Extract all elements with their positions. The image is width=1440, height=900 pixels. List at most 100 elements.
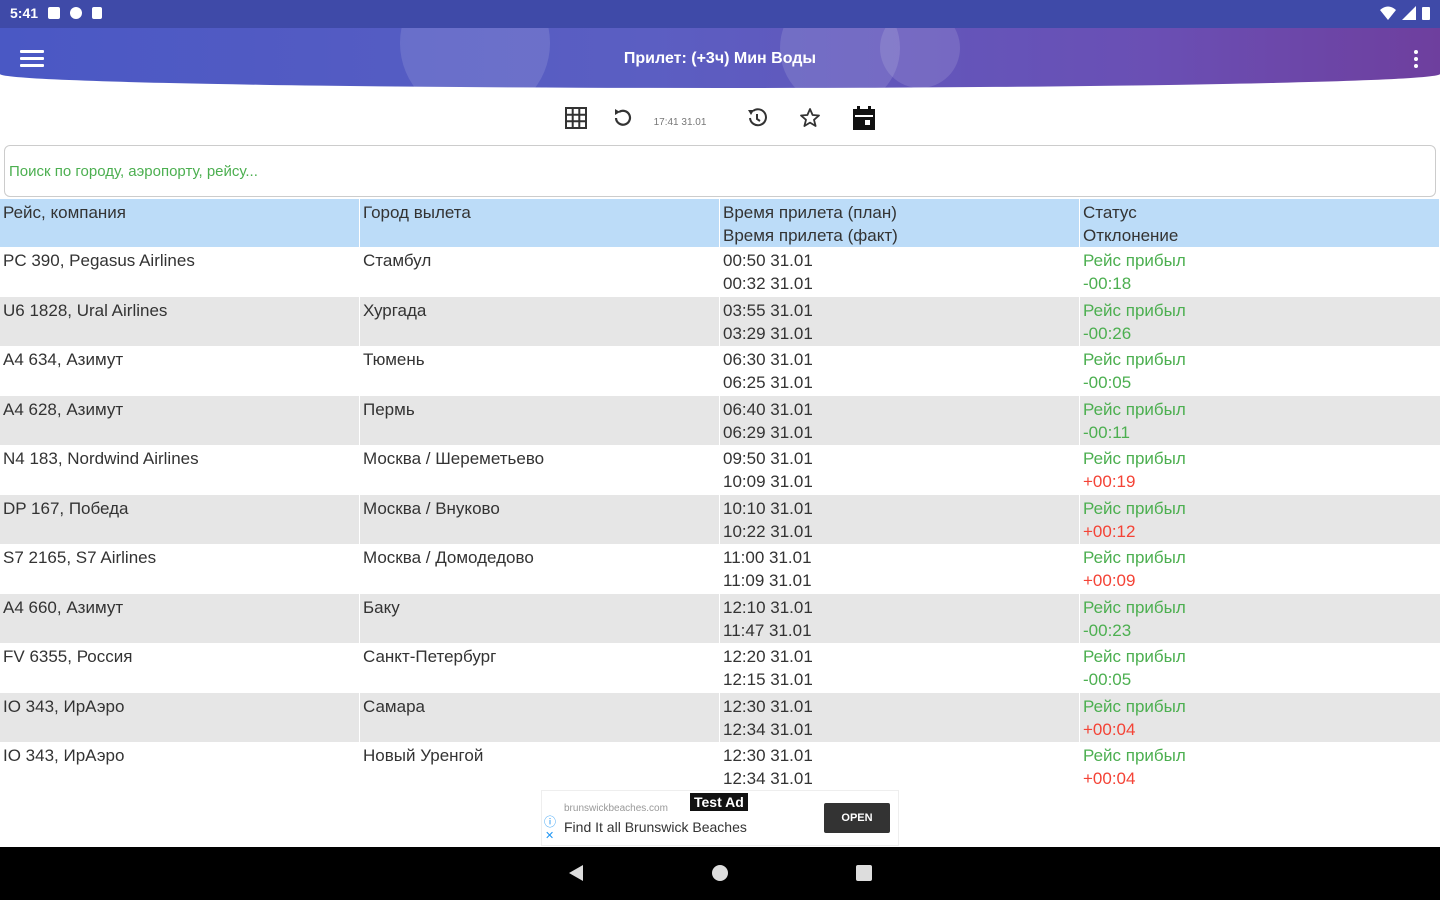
cell-time: 00:50 31.01 00:32 31.01 (720, 247, 1080, 297)
deviation-text: -00:26 (1083, 323, 1132, 343)
deviation-text: -00:05 (1083, 373, 1132, 392)
app-notification-icon (70, 7, 83, 19)
time-fact: 06:25 31.01 (723, 373, 813, 392)
cell-city: Москва / Шереметьево (360, 445, 720, 495)
cell-status: Рейс прибыл +00:19 (1080, 445, 1440, 495)
deviation-text: +00:19 (1083, 472, 1136, 491)
cell-time: 06:40 31.01 06:29 31.01 (720, 395, 1080, 445)
cell-time: 12:30 31.01 12:34 31.01 (720, 692, 1080, 742)
time-fact: 10:22 31.01 (723, 521, 813, 541)
deviation-text: +00:04 (1083, 719, 1136, 739)
status-text: Рейс прибыл (1083, 498, 1186, 518)
time-fact: 12:34 31.01 (723, 769, 813, 788)
history-button[interactable] (743, 104, 771, 132)
cell-status: Рейс прибыл -00:26 (1080, 297, 1440, 347)
last-update-time: 17:41 31.01 (653, 116, 707, 128)
deviation-text: +00:04 (1083, 769, 1136, 788)
time-fact: 12:15 31.01 (723, 670, 813, 689)
cell-time: 10:10 31.01 10:22 31.01 (720, 494, 1080, 544)
table-row[interactable]: DP 167, Победа Москва / Внуково 10:10 31.0… (0, 494, 1440, 545)
status-text: Рейс прибыл (1083, 647, 1186, 666)
refresh-button[interactable] (608, 104, 636, 132)
status-text: Рейс прибыл (1083, 597, 1186, 617)
cell-status: Рейс прибыл -00:18 (1080, 247, 1440, 297)
cell-city: Москва / Внуково (360, 494, 720, 544)
deviation-text: -00:05 (1083, 670, 1132, 689)
table-row[interactable]: A4 628, Азимут Пермь 06:40 31.01 06:29 31.0… (0, 395, 1440, 446)
home-button[interactable] (710, 863, 730, 888)
home-icon (712, 865, 728, 881)
cell-status: Рейс прибыл +00:12 (1080, 495, 1440, 545)
table-row[interactable]: FV 6355, Россия Санкт-Петербург 12:20 31.0… (0, 643, 1440, 693)
time-plan: 12:30 31.01 (723, 746, 813, 765)
status-text: Рейс прибыл (1083, 300, 1186, 320)
cell-status: Рейс прибыл +00:04 (1080, 693, 1440, 743)
refresh-icon (614, 109, 632, 126)
time-fact: 11:09 31.01 (723, 571, 812, 590)
deviation-text: -00:11 (1083, 422, 1130, 442)
cell-flight: IO 343, ИрАэро (0, 692, 360, 742)
status-text: Рейс прибыл (1083, 696, 1186, 716)
table-row[interactable]: A4 634, Азимут Тюмень 06:30 31.01 06:25 31.… (0, 346, 1440, 396)
header-time[interactable]: Время прилета (план) Время прилета (факт) (720, 199, 1080, 247)
cell-flight: DP 167, Победа (0, 494, 360, 544)
header-city[interactable]: Город вылета (360, 199, 720, 247)
cell-time: 12:10 31.01 11:47 31.01 (720, 593, 1080, 643)
table-row[interactable]: PC 390, Pegasus Airlines Стамбул 00:50 31.… (0, 247, 1440, 297)
cell-flight: PC 390, Pegasus Airlines (0, 247, 360, 297)
ad-close-icon[interactable]: ✕ (545, 829, 554, 842)
header-status[interactable]: Статус Отклонение (1080, 199, 1440, 247)
status-text: Рейс прибыл (1083, 449, 1186, 468)
page-title: Прилет: (+3ч) Мин Воды (623, 50, 817, 67)
ad-open-button[interactable]: OPEN (824, 803, 890, 833)
table-row[interactable]: U6 1828, Ural Airlines Хургада 03:55 31.01… (0, 296, 1440, 347)
time-plan: 11:00 31.01 (723, 548, 812, 567)
status-time: 5:41 (10, 5, 39, 21)
cell-time: 09:50 31.01 10:09 31.01 (720, 445, 1080, 495)
more-options-icon[interactable] (1412, 50, 1420, 70)
cell-status: Рейс прибыл -00:05 (1080, 643, 1440, 693)
cell-flight: FV 6355, Россия (0, 643, 360, 693)
status-text: Рейс прибыл (1083, 399, 1186, 419)
header-flight[interactable]: Рейс, компания (0, 199, 360, 247)
battery-icon (1422, 7, 1430, 20)
time-plan: 10:10 31.01 (723, 498, 813, 518)
time-plan: 06:40 31.01 (723, 399, 813, 419)
cell-city: Тюмень (360, 346, 720, 396)
cell-city: Стамбул (360, 247, 720, 297)
cell-time: 12:20 31.01 12:15 31.01 (720, 643, 1080, 693)
time-plan: 12:30 31.01 (723, 696, 813, 716)
ad-info-icon[interactable]: ⓘ (544, 813, 556, 830)
table-row[interactable]: IO 343, ИрАэро Новый Уренгой 12:30 31.01 12… (0, 742, 1440, 792)
search-input[interactable] (5, 146, 1435, 196)
navigation-bar (0, 847, 1440, 900)
table-body: PC 390, Pegasus Airlines Стамбул 00:50 31.… (0, 247, 1440, 792)
cell-flight: A4 634, Азимут (0, 346, 360, 396)
grid-icon (565, 107, 587, 129)
back-icon (569, 865, 583, 881)
calendar-button[interactable] (850, 104, 878, 132)
deviation-text: +00:09 (1083, 571, 1136, 590)
back-button[interactable] (566, 863, 586, 888)
favorites-button[interactable] (796, 104, 824, 132)
app-bar: Прилет: (+3ч) Мин Воды (0, 28, 1440, 88)
ad-url: brunswickbeaches.com (564, 803, 668, 814)
table-row[interactable]: IO 343, ИрАэро Самара 12:30 31.01 12:34 31.… (0, 692, 1440, 743)
deviation-text: +00:12 (1083, 521, 1136, 541)
table-view-button[interactable] (562, 104, 590, 132)
table-row[interactable]: A4 660, Азимут Баку 12:10 31.01 11:47 31.01… (0, 593, 1440, 643)
cell-status: Рейс прибыл -00:11 (1080, 396, 1440, 446)
wifi-icon (1380, 6, 1396, 20)
ad-banner[interactable]: ⓘ ✕ brunswickbeaches.com Test Ad Find It… (541, 790, 899, 846)
time-fact: 00:32 31.01 (723, 274, 813, 293)
cell-city: Санкт-Петербург (360, 643, 720, 693)
time-plan: 12:10 31.01 (723, 597, 813, 617)
table-row[interactable]: N4 183, Nordwind Airlines Москва / Шереме… (0, 445, 1440, 495)
table-row[interactable]: S7 2165, S7 Airlines Москва / Домодедово 1… (0, 544, 1440, 594)
recents-button[interactable] (854, 863, 874, 888)
cell-status: Рейс прибыл -00:05 (1080, 346, 1440, 396)
cell-time: 06:30 31.01 06:25 31.01 (720, 346, 1080, 396)
deviation-text: -00:23 (1083, 620, 1132, 640)
flights-table: Рейс, компания Город вылета Время прилет… (0, 199, 1440, 792)
cell-city: Пермь (360, 395, 720, 445)
